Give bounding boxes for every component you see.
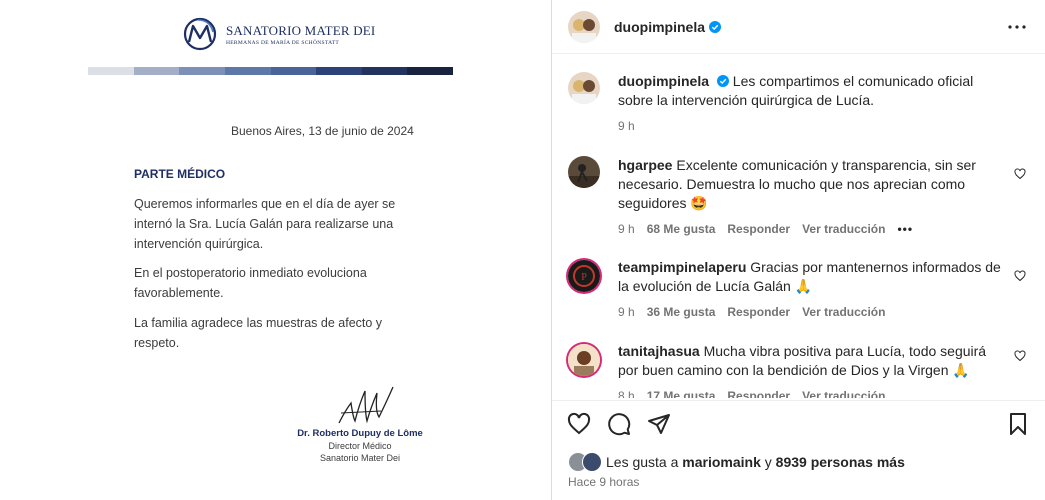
see-translation-button[interactable]: Ver traducción bbox=[802, 303, 885, 322]
logo-title: SANATORIO MATER DEI bbox=[226, 22, 376, 38]
post-image: SANATORIO MATER DEI HERMANAS DE MARÍA DE… bbox=[0, 0, 552, 500]
comment-time: 8 h bbox=[618, 389, 635, 398]
verified-badge-icon bbox=[709, 20, 721, 33]
commenter-avatar[interactable]: P bbox=[568, 260, 600, 292]
commenter-avatar[interactable] bbox=[568, 344, 600, 376]
share-icon bbox=[648, 413, 670, 434]
likes-connector: y bbox=[764, 454, 772, 470]
see-translation-button[interactable]: Ver traducción bbox=[802, 387, 885, 398]
liker-avatars bbox=[568, 452, 606, 472]
document-heading: PARTE MÉDICO bbox=[134, 167, 226, 181]
caption-entry: duopimpinela Les compartimos el comunica… bbox=[568, 60, 1038, 136]
comments-list[interactable]: duopimpinela Les compartimos el comunica… bbox=[552, 60, 1045, 398]
comment-item: hgarpee Excelente comunicación y transpa… bbox=[568, 144, 1038, 239]
comment-item: tanitajhasua Mucha vibra positiva para L… bbox=[568, 332, 1038, 398]
stripe-segment bbox=[224, 67, 271, 75]
more-horizontal-icon bbox=[1008, 24, 1026, 29]
handwritten-signature bbox=[338, 386, 394, 424]
comments-panel: duopimpinela duopimpinela Les compartimo… bbox=[552, 0, 1045, 500]
post-time-ago[interactable]: Hace 9 horas bbox=[568, 475, 639, 489]
sanatorio-logo: SANATORIO MATER DEI HERMANAS DE MARÍA DE… bbox=[180, 14, 375, 54]
sanatorio-monogram-icon bbox=[183, 17, 217, 51]
heart-icon[interactable] bbox=[1014, 270, 1026, 282]
caption-username[interactable]: duopimpinela bbox=[618, 73, 709, 89]
document-paragraph-3: La familia agradece las muestras de afec… bbox=[134, 316, 383, 350]
caption-time: 9 h bbox=[618, 119, 635, 133]
profile-avatar[interactable] bbox=[568, 10, 600, 43]
comment-icon bbox=[608, 412, 631, 435]
reply-button[interactable]: Responder bbox=[727, 220, 790, 239]
document-paragraph-1: Queremos informarles que en el día de ay… bbox=[134, 197, 396, 251]
share-button[interactable] bbox=[646, 411, 672, 437]
document-paragraph-2: En el postoperatorio inmediato evolucion… bbox=[134, 266, 367, 300]
comment-likes-count[interactable]: 36 Me gusta bbox=[647, 303, 716, 322]
reply-button[interactable]: Responder bbox=[727, 387, 790, 398]
comment-time: 9 h bbox=[618, 305, 635, 319]
logo-subtitle: HERMANAS DE MARÍA DE SCHÖNSTATT bbox=[226, 39, 340, 46]
heart-icon[interactable] bbox=[1014, 350, 1026, 362]
stripe-segment bbox=[179, 67, 225, 75]
comment-item: P teampimpinelaperu Gracias por mantener… bbox=[568, 248, 1038, 322]
stripe-segment bbox=[133, 67, 180, 75]
post-actions-bar bbox=[552, 400, 1045, 446]
comment-likes-count[interactable]: 68 Me gusta bbox=[647, 220, 716, 239]
comment-options-button[interactable]: ••• bbox=[897, 220, 913, 239]
stripe-segment bbox=[316, 67, 362, 75]
likes-others-count[interactable]: 8939 personas más bbox=[776, 454, 905, 470]
comment-text: Excelente comunicación y transparencia, … bbox=[618, 157, 976, 211]
signer-role: Director Médico bbox=[328, 441, 392, 451]
like-button[interactable] bbox=[566, 411, 592, 437]
signature-block: Dr. Roberto Dupuy de Lôme Director Médic… bbox=[280, 428, 440, 463]
reply-button[interactable]: Responder bbox=[727, 303, 790, 322]
heart-icon bbox=[567, 412, 591, 434]
document-date: Buenos Aires, 13 de junio de 2024 bbox=[231, 124, 414, 138]
see-translation-button[interactable]: Ver traducción bbox=[802, 220, 885, 239]
save-button[interactable] bbox=[1005, 411, 1031, 437]
stripe-segment bbox=[407, 67, 453, 75]
likes-summary: Les gusta a mariomaink y 8939 personas m… bbox=[568, 452, 905, 472]
instagram-post-modal: SANATORIO MATER DEI HERMANAS DE MARÍA DE… bbox=[0, 0, 1045, 500]
likes-first-user[interactable]: mariomaink bbox=[682, 454, 761, 470]
heart-icon[interactable] bbox=[1014, 168, 1026, 180]
header-username[interactable]: duopimpinela bbox=[614, 19, 705, 35]
svg-text:P: P bbox=[581, 272, 587, 283]
verified-badge-icon bbox=[716, 75, 729, 87]
likes-prefix: Les gusta a bbox=[606, 454, 679, 470]
comment-likes-count[interactable]: 17 Me gusta bbox=[647, 387, 716, 398]
stripe-segment bbox=[361, 67, 408, 75]
signer-name: Dr. Roberto Dupuy de Lôme bbox=[297, 428, 423, 439]
comment-username[interactable]: tanitajhasua bbox=[618, 343, 700, 359]
comment-button[interactable] bbox=[606, 411, 632, 437]
color-stripe bbox=[88, 67, 453, 75]
bookmark-icon bbox=[1010, 412, 1026, 435]
comment-username[interactable]: hgarpee bbox=[618, 157, 672, 173]
comment-username[interactable]: teampimpinelaperu bbox=[618, 259, 746, 275]
caption-avatar[interactable] bbox=[568, 72, 600, 104]
post-header: duopimpinela bbox=[552, 0, 1045, 54]
liker-avatar bbox=[582, 452, 602, 472]
stripe-segment bbox=[88, 67, 134, 75]
stripe-segment bbox=[270, 67, 317, 75]
signer-organization: Sanatorio Mater Dei bbox=[319, 453, 401, 463]
commenter-avatar[interactable] bbox=[568, 156, 600, 188]
more-options-button[interactable] bbox=[1005, 15, 1029, 39]
comment-time: 9 h bbox=[618, 222, 635, 236]
